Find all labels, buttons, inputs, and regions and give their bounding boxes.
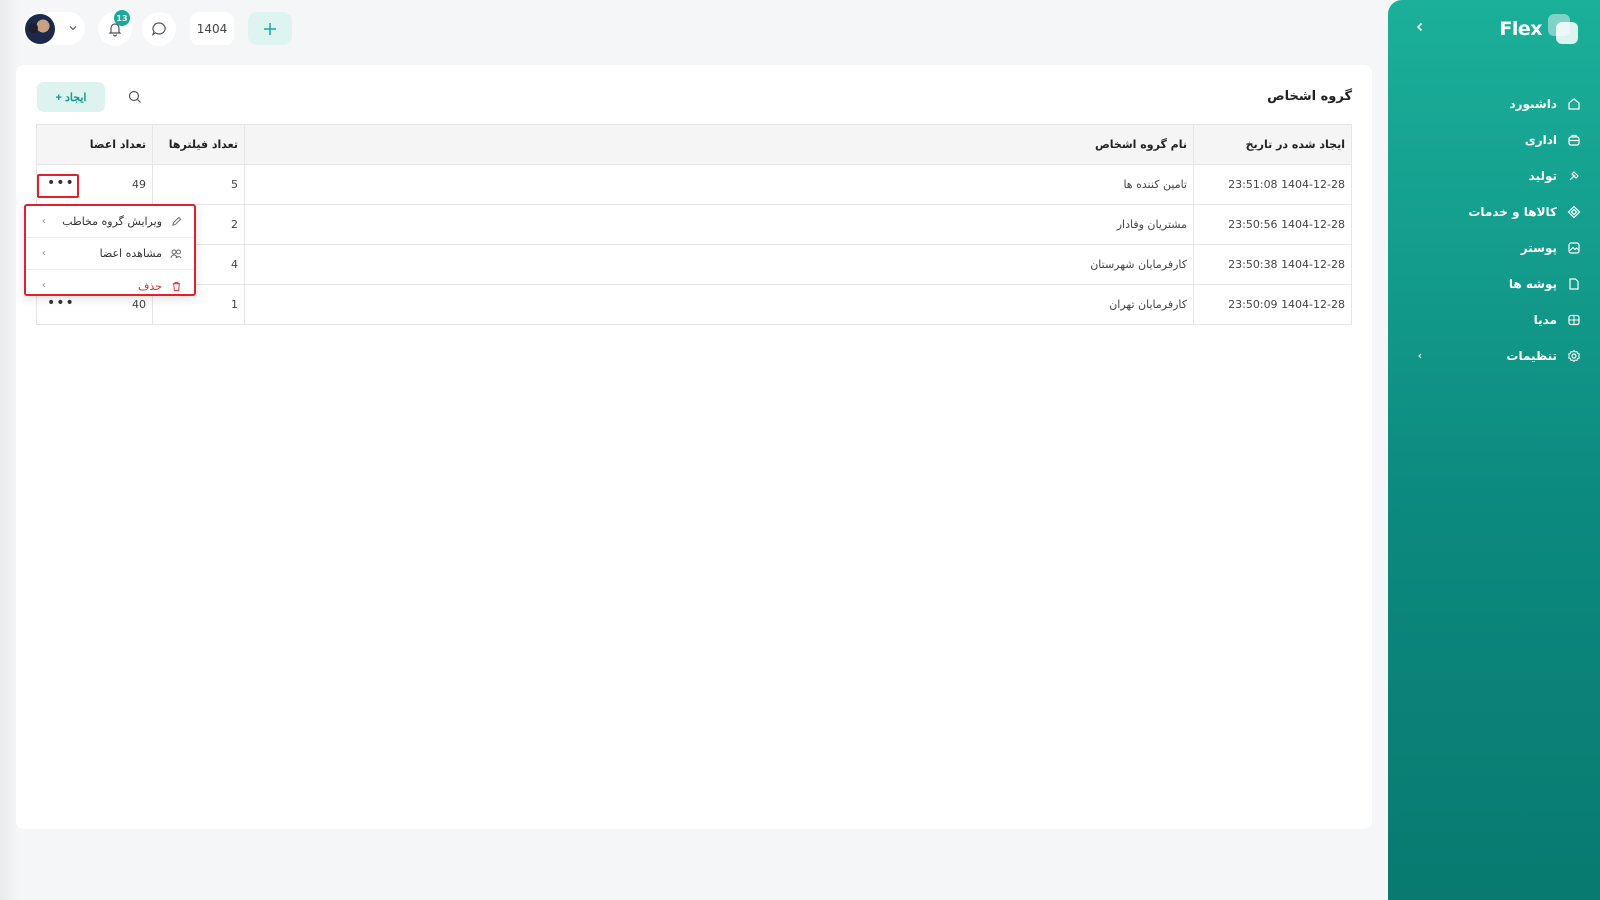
menu-item-label: مشاهده اعضا bbox=[99, 247, 162, 260]
column-header-name[interactable]: نام گروه اشخاص bbox=[244, 124, 1194, 165]
production-icon bbox=[1566, 168, 1582, 184]
logo-icon bbox=[1548, 14, 1578, 44]
table-row[interactable]: 1404-12-28 23:51:08 تامین کننده ها 5 49 … bbox=[36, 164, 1352, 205]
sidebar-item-label: داشبورد bbox=[1509, 97, 1557, 111]
sidebar-item-label: مدیا bbox=[1533, 313, 1557, 327]
year-selector[interactable]: 1404 bbox=[190, 12, 234, 45]
quick-add-button[interactable] bbox=[248, 12, 292, 45]
cell-date: 1404-12-28 23:50:38 bbox=[1193, 244, 1352, 285]
sidebar-item-label: تنظیمات bbox=[1506, 349, 1557, 363]
home-icon bbox=[1566, 96, 1582, 112]
chevron-left-icon bbox=[42, 218, 46, 224]
sidebar: Flex داشبورد اداری تولید کالاها و خدمات … bbox=[1388, 0, 1600, 900]
avatar bbox=[25, 13, 55, 44]
create-button[interactable]: + ایجاد bbox=[37, 82, 105, 112]
sidebar-item-office[interactable]: اداری bbox=[1388, 122, 1600, 158]
sidebar-item-label: کالاها و خدمات bbox=[1468, 205, 1557, 219]
office-icon bbox=[1566, 132, 1582, 148]
user-menu[interactable] bbox=[23, 12, 85, 45]
sidebar-item-label: پوشه ها bbox=[1508, 277, 1557, 291]
cell-name: تامین کننده ها bbox=[244, 164, 1194, 205]
page-title: گروه اشخاص bbox=[1267, 89, 1352, 104]
trash-icon bbox=[170, 280, 182, 292]
chevron-left-icon bbox=[1416, 22, 1423, 32]
sidebar-collapse-button[interactable] bbox=[1412, 19, 1428, 35]
settings-icon bbox=[1566, 348, 1582, 364]
chevron-left-icon bbox=[42, 250, 46, 256]
cell-name: مشتریان وفادار bbox=[244, 204, 1194, 245]
chevron-down-icon bbox=[69, 26, 77, 31]
sidebar-item-dashboard[interactable]: داشبورد bbox=[1388, 86, 1600, 122]
poster-icon bbox=[1566, 240, 1582, 256]
row-actions-highlight bbox=[37, 174, 79, 198]
column-header-members[interactable]: تعداد اعضا bbox=[36, 124, 153, 165]
table-row[interactable]: 1404-12-28 23:50:38 کارفرمایان شهرستان 4 bbox=[36, 244, 1352, 285]
members-icon bbox=[170, 248, 182, 260]
sidebar-item-poster[interactable]: پوستر bbox=[1388, 230, 1600, 266]
sidebar-item-settings[interactable]: تنظیمات bbox=[1388, 338, 1600, 374]
chat-icon bbox=[151, 22, 166, 36]
chevron-left-icon bbox=[42, 282, 46, 288]
sidebar-nav: داشبورد اداری تولید کالاها و خدمات پوستر… bbox=[1388, 86, 1600, 374]
folder-icon bbox=[1566, 276, 1582, 292]
cell-name: کارفرمایان شهرستان bbox=[244, 244, 1194, 285]
table-row[interactable]: 1404-12-28 23:50:56 مشتریان وفادار 2 bbox=[36, 204, 1352, 245]
menu-item-label: حذف bbox=[138, 279, 162, 293]
products-icon bbox=[1566, 204, 1582, 220]
sidebar-item-label: تولید bbox=[1528, 169, 1557, 183]
groups-table: ایجاد شده در تاریخ نام گروه اشخاص تعداد … bbox=[36, 124, 1352, 325]
chat-button[interactable] bbox=[142, 12, 176, 46]
brand: Flex bbox=[1499, 14, 1578, 44]
menu-item-label: ویرایش گروه مخاطب bbox=[62, 215, 162, 228]
members-count: 49 bbox=[132, 178, 146, 191]
sidebar-item-production[interactable]: تولید bbox=[1388, 158, 1600, 194]
menu-item-view-members[interactable]: مشاهده اعضا bbox=[26, 238, 194, 270]
main-card: گروه اشخاص + ایجاد ایجاد شده در تاریخ نا… bbox=[16, 65, 1372, 829]
table-row[interactable]: 1404-12-28 23:50:09 کارفرمایان تهران 1 4… bbox=[36, 284, 1352, 325]
cell-date: 1404-12-28 23:50:56 bbox=[1193, 204, 1352, 245]
menu-item-delete[interactable]: حذف bbox=[26, 270, 194, 302]
cell-date: 1404-12-28 23:51:08 bbox=[1193, 164, 1352, 205]
sidebar-item-folders[interactable]: پوشه ها bbox=[1388, 266, 1600, 302]
sidebar-item-label: اداری bbox=[1524, 133, 1557, 147]
row-actions-menu: ویرایش گروه مخاطب مشاهده اعضا حذف bbox=[24, 204, 196, 296]
column-header-date[interactable]: ایجاد شده در تاریخ bbox=[1193, 124, 1352, 165]
search-button[interactable] bbox=[126, 88, 144, 106]
edit-icon bbox=[170, 216, 182, 228]
column-header-filters[interactable]: تعداد فیلترها bbox=[152, 124, 245, 165]
sidebar-item-media[interactable]: مدیا bbox=[1388, 302, 1600, 338]
sidebar-item-label: پوستر bbox=[1520, 241, 1557, 255]
cell-filters: 5 bbox=[152, 164, 245, 205]
cell-date: 1404-12-28 23:50:09 bbox=[1193, 284, 1352, 325]
search-icon bbox=[128, 90, 141, 103]
table-header-row: ایجاد شده در تاریخ نام گروه اشخاص تعداد … bbox=[36, 124, 1352, 165]
menu-item-edit[interactable]: ویرایش گروه مخاطب bbox=[26, 206, 194, 238]
brand-name: Flex bbox=[1499, 18, 1542, 40]
media-icon bbox=[1566, 312, 1582, 328]
notification-badge: 13 bbox=[114, 10, 130, 26]
plus-icon bbox=[264, 22, 276, 35]
sidebar-item-products[interactable]: کالاها و خدمات bbox=[1388, 194, 1600, 230]
notifications-button[interactable]: 13 bbox=[98, 10, 132, 46]
chevron-left-icon bbox=[1412, 348, 1428, 364]
cell-name: کارفرمایان تهران bbox=[244, 284, 1194, 325]
